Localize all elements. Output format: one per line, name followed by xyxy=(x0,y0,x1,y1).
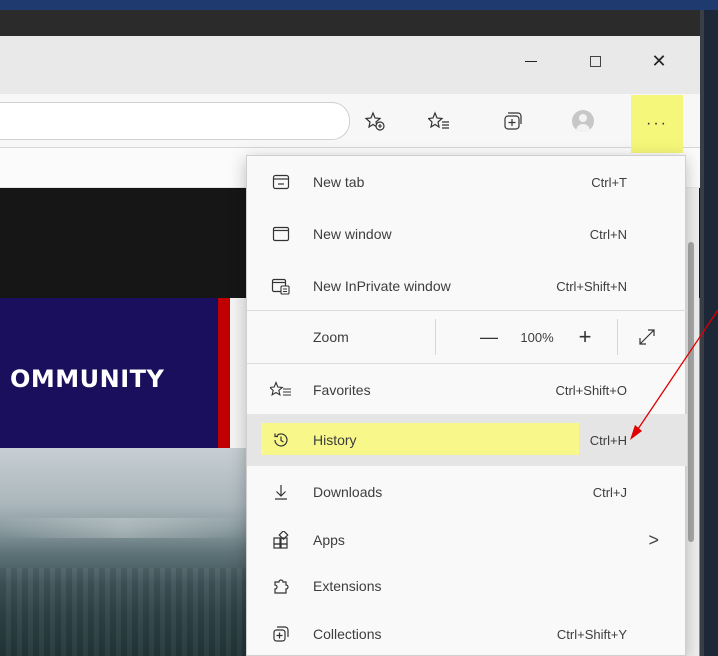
menu-item-label: Downloads xyxy=(313,484,383,500)
history-highlight xyxy=(261,423,579,455)
menu-item-collections[interactable]: Collections Ctrl+Shift+Y xyxy=(247,608,687,656)
menu-item-history[interactable]: History Ctrl+H xyxy=(247,414,687,466)
favorites-list-icon xyxy=(428,111,449,129)
menu-item-label: New tab xyxy=(313,174,365,190)
favorites-icon xyxy=(269,378,293,402)
download-icon xyxy=(269,480,293,504)
zoom-out-button[interactable]: — xyxy=(469,311,509,363)
history-icon xyxy=(269,428,293,452)
menu-item-shortcut: Ctrl+H xyxy=(589,432,627,448)
menu-item-extensions[interactable]: Extensions xyxy=(247,560,687,612)
chevron-right-icon: > xyxy=(648,529,659,550)
zoom-label: Zoom xyxy=(313,329,349,345)
maximize-icon xyxy=(589,55,601,67)
star-plus-icon xyxy=(364,111,385,131)
menu-item-label: Favorites xyxy=(313,382,371,398)
close-icon: ✕ xyxy=(651,50,667,71)
menu-item-shortcut: Ctrl+T xyxy=(591,174,627,190)
menu-item-shortcut: Ctrl+N xyxy=(589,226,627,242)
new-window-icon xyxy=(269,222,293,246)
address-bar[interactable] xyxy=(0,102,350,140)
menu-item-new-inprivate-window[interactable]: New InPrivate window Ctrl+Shift+N xyxy=(247,260,687,312)
titlebar-top-strip xyxy=(0,10,700,36)
menu-item-downloads[interactable]: Downloads Ctrl+J xyxy=(247,466,687,518)
page-photo xyxy=(0,448,248,656)
desktop-top-edge xyxy=(0,0,718,10)
menu-item-label: Extensions xyxy=(313,578,382,594)
settings-menu: New tab Ctrl+T New window Ctrl+N New InP… xyxy=(246,155,687,656)
minimize-icon xyxy=(525,60,537,62)
menu-item-new-window[interactable]: New window Ctrl+N xyxy=(247,208,687,260)
banner-text: OMMUNITY xyxy=(10,365,165,393)
menu-item-new-tab[interactable]: New tab Ctrl+T xyxy=(247,156,687,208)
menu-item-shortcut: Ctrl+Shift+N xyxy=(556,278,627,294)
banner-accent xyxy=(218,298,230,448)
more-icon: ··· xyxy=(646,115,668,132)
page-banner: OMMUNITY xyxy=(0,298,232,448)
menu-item-label: Collections xyxy=(313,626,382,642)
close-button[interactable]: ✕ xyxy=(636,46,682,76)
settings-and-more-button[interactable]: ··· xyxy=(631,95,683,153)
inprivate-icon xyxy=(269,274,293,298)
screen: ✕ OMMUNITY ··· New tab Ctrl+T New window… xyxy=(0,0,718,656)
zoom-separator xyxy=(617,319,618,355)
minus-icon: — xyxy=(480,326,498,347)
desktop-right-edge xyxy=(700,10,718,656)
favorites-button[interactable] xyxy=(422,104,456,138)
menu-zoom-row: Zoom — 100% + xyxy=(247,311,687,363)
extensions-icon xyxy=(269,574,293,598)
plus-icon: + xyxy=(578,324,592,349)
zoom-separator xyxy=(435,319,436,355)
fullscreen-button[interactable] xyxy=(627,311,667,363)
new-tab-icon xyxy=(269,170,293,194)
menu-item-label: New InPrivate window xyxy=(313,278,451,294)
minimize-button[interactable] xyxy=(508,46,554,76)
zoom-in-button[interactable]: + xyxy=(565,311,605,363)
menu-item-shortcut: Ctrl+Shift+Y xyxy=(556,626,627,642)
maximize-button[interactable] xyxy=(572,46,618,76)
menu-item-label: New window xyxy=(313,226,392,242)
menu-item-label: History xyxy=(313,432,357,448)
menu-item-shortcut: Ctrl+Shift+O xyxy=(555,382,627,398)
menu-item-shortcut: Ctrl+J xyxy=(592,484,627,500)
collections-icon xyxy=(269,622,293,646)
fullscreen-icon xyxy=(639,329,655,345)
scrollbar-thumb[interactable] xyxy=(688,242,694,542)
avatar xyxy=(572,110,594,132)
zoom-value: 100% xyxy=(520,329,554,345)
apps-icon xyxy=(269,528,293,552)
profile-button[interactable] xyxy=(566,104,600,138)
collections-icon xyxy=(504,112,522,130)
collections-button[interactable] xyxy=(496,104,530,138)
menu-item-label: Apps xyxy=(313,532,345,548)
add-favorite-button[interactable] xyxy=(358,104,392,138)
menu-item-favorites[interactable]: Favorites Ctrl+Shift+O xyxy=(247,364,687,416)
menu-item-apps[interactable]: Apps > xyxy=(247,514,687,566)
